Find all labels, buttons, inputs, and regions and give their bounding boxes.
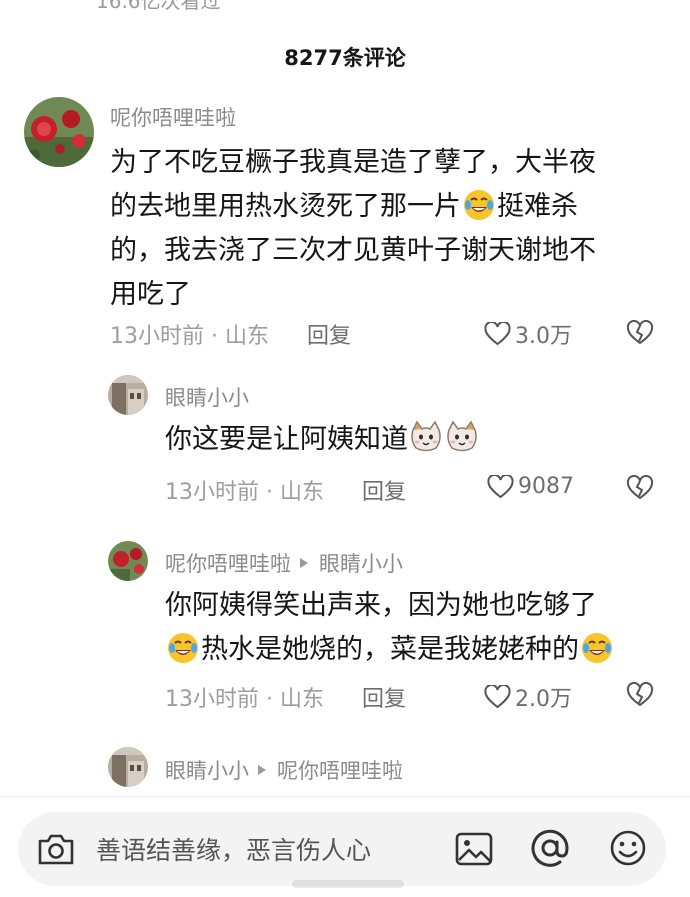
at-icon[interactable]	[529, 826, 571, 870]
like-button[interactable]: 9087	[487, 474, 574, 499]
like-button[interactable]: 3.0万	[484, 318, 572, 350]
views-text: 16.6亿次看过	[96, 0, 221, 13]
laugh-cry-emoji	[464, 190, 494, 220]
comment-username[interactable]: 呢你唔哩哇啦	[110, 102, 236, 132]
cat-face-emoji	[411, 420, 441, 452]
time-location: 13小时前 · 山东	[165, 480, 324, 505]
comment-text: 你阿姨得笑出声来，因为她也吃够了 热水是她烧的，菜是我姥姥种的	[165, 584, 615, 672]
comment-line-part: 挺难杀	[497, 191, 578, 222]
reply-to-username[interactable]: 眼睛小小	[319, 548, 403, 578]
time-location: 13小时前 · 山东	[110, 324, 269, 349]
username-text[interactable]: 呢你唔哩哇啦	[165, 548, 291, 578]
partial-icon	[20, 0, 70, 6]
time-location: 13小时前 · 山东	[165, 687, 324, 712]
like-count: 9087	[518, 474, 574, 499]
comment-username[interactable]: 眼睛小小 呢你唔哩哇啦	[165, 755, 403, 785]
heart-icon	[484, 685, 511, 709]
reply-arrow-icon	[300, 558, 308, 568]
comment-line-part: 热水是她烧的，菜是我姥姥种的	[201, 634, 579, 665]
comment-meta: 13小时前 · 山东 回复	[165, 474, 406, 506]
username-text[interactable]: 眼睛小小	[165, 382, 249, 412]
reply-button[interactable]: 回复	[362, 474, 406, 506]
watermark-icon	[292, 880, 404, 888]
avatar[interactable]	[108, 747, 148, 787]
comment-line: 用吃了	[110, 279, 191, 310]
like-count: 3.0万	[515, 324, 572, 349]
input-placeholder: 善语结善缘，恶言伤人心	[96, 836, 372, 865]
views-count: 16.6亿次看过	[20, 0, 221, 13]
camera-icon[interactable]	[36, 831, 76, 867]
avatar[interactable]	[108, 375, 148, 415]
comment-line: 你这要是让阿姨知道	[165, 418, 480, 462]
comment-input[interactable]: 善语结善缘，恶言伤人心	[18, 812, 666, 886]
like-button[interactable]: 2.0万	[484, 681, 572, 713]
heart-icon	[487, 474, 514, 498]
comment-line: 为了不吃豆橛子我真是造了孽了，大半夜	[110, 147, 596, 178]
reply-arrow-icon	[258, 765, 266, 775]
comment-meta: 13小时前 · 山东 回复	[110, 318, 351, 350]
comment-text: 你这要是让阿姨知道	[165, 418, 480, 462]
comment-username[interactable]: 眼睛小小	[165, 382, 249, 412]
avatar[interactable]	[24, 97, 94, 167]
comment-meta: 13小时前 · 山东 回复	[165, 681, 406, 713]
comment-text: 为了不吃豆橛子我真是造了孽了，大半夜 的去地里用热水烫死了那一片 挺难杀 的，我去…	[110, 141, 596, 317]
comment-count-title: 8277条评论	[284, 46, 406, 70]
cat-face-emoji	[447, 420, 477, 452]
comment-line: 你阿姨得笑出声来，因为她也吃够了	[165, 590, 597, 621]
laugh-cry-emoji	[582, 633, 612, 663]
comment-username[interactable]: 呢你唔哩哇啦 眼睛小小	[165, 548, 403, 578]
avatar[interactable]	[108, 541, 148, 581]
image-icon[interactable]	[454, 829, 494, 869]
comment-line-part: 你这要是让阿姨知道	[165, 424, 408, 455]
broken-heart-icon[interactable]	[626, 320, 654, 346]
reply-button[interactable]: 回复	[362, 681, 406, 713]
broken-heart-icon[interactable]	[626, 475, 654, 501]
comment-line: 的去地里用热水烫死了那一片 挺难杀	[110, 185, 596, 229]
reply-button[interactable]: 回复	[307, 318, 351, 350]
comment-line: 的，我去浇了三次才见黄叶子谢天谢地不	[110, 235, 596, 266]
laugh-cry-emoji	[168, 633, 198, 663]
broken-heart-icon[interactable]	[626, 682, 654, 708]
comment-line-part: 的去地里用热水烫死了那一片	[110, 191, 461, 222]
heart-icon	[484, 322, 511, 346]
like-count: 2.0万	[515, 687, 572, 712]
username-text[interactable]: 呢你唔哩哇啦	[110, 102, 236, 132]
comment-line: 热水是她烧的，菜是我姥姥种的	[165, 628, 615, 672]
reply-to-username[interactable]: 呢你唔哩哇啦	[277, 755, 403, 785]
username-text[interactable]: 眼睛小小	[165, 755, 249, 785]
emoji-icon[interactable]	[608, 828, 648, 868]
